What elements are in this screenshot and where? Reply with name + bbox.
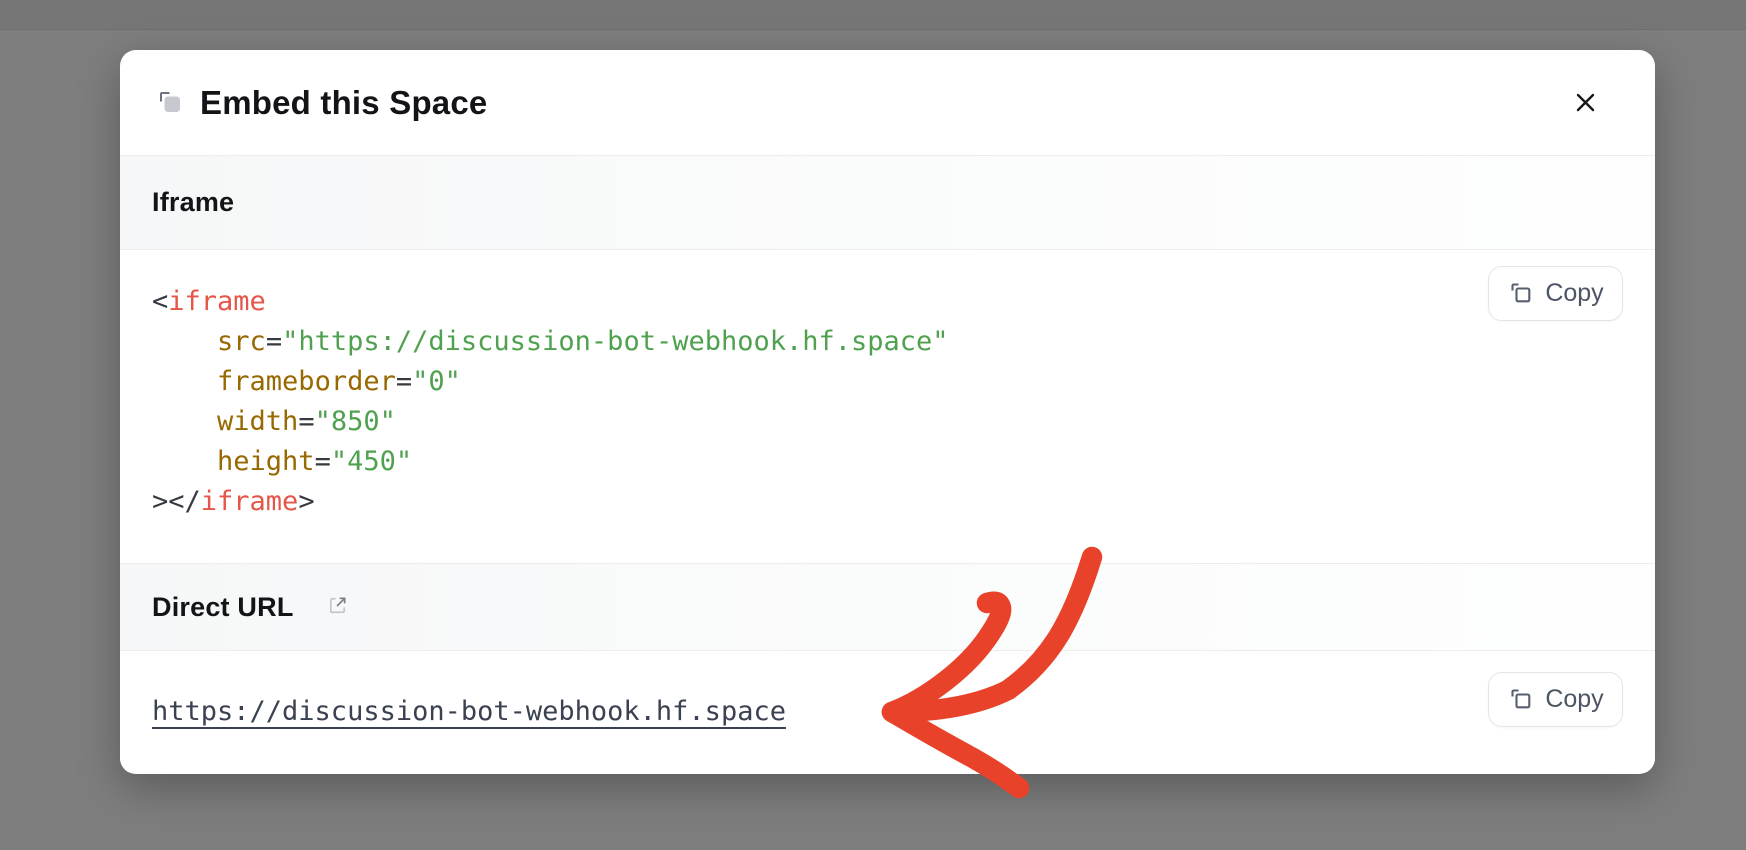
iframe-embed-code[interactable]: <iframe src="https://discussion-bot-webh… — [120, 250, 1655, 522]
direct-url-row: https://discussion-bot-webhook.hf.space … — [120, 651, 1655, 772]
copy-button-label: Copy — [1545, 685, 1603, 714]
iframe-section-header: Iframe — [120, 155, 1655, 250]
dialog-title: Embed this Space — [200, 84, 487, 122]
copy-iframe-code-button[interactable]: Copy — [1488, 266, 1623, 321]
copy-button-label: Copy — [1545, 279, 1603, 308]
external-link-icon[interactable] — [326, 594, 349, 617]
dialog-header: Embed this Space — [120, 50, 1655, 155]
copy-icon — [1507, 279, 1534, 306]
close-icon — [1572, 89, 1599, 116]
dimmed-page-backdrop: Embed this Space Iframe <iframe src="htt… — [0, 0, 1746, 850]
iframe-code-section: <iframe src="https://discussion-bot-webh… — [120, 250, 1655, 563]
embed-icon — [156, 88, 183, 115]
copy-direct-url-button[interactable]: Copy — [1488, 672, 1623, 727]
direct-url-link[interactable]: https://discussion-bot-webhook.hf.space — [152, 696, 786, 727]
embed-space-dialog: Embed this Space Iframe <iframe src="htt… — [120, 50, 1655, 774]
iframe-section-heading: Iframe — [152, 187, 234, 218]
backdrop-top-strip — [0, 0, 1746, 30]
direct-url-section-header: Direct URL — [120, 563, 1655, 651]
close-button[interactable] — [1566, 83, 1605, 122]
copy-icon — [1507, 685, 1534, 712]
direct-url-section-heading: Direct URL — [152, 592, 294, 623]
